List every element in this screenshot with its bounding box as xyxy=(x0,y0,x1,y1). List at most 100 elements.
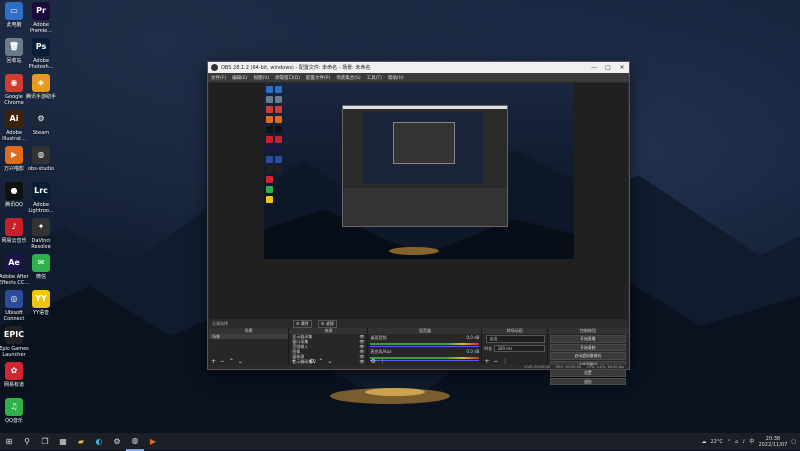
desktop-icon-label: 网易有道 xyxy=(3,382,24,388)
start-recording-button[interactable]: 开始录制 xyxy=(549,343,626,351)
desktop-icon-label: 微信 xyxy=(35,274,46,280)
desktop-icon[interactable]: ✿ 网易有道 xyxy=(0,362,32,388)
clock-date: 2022/11/07 xyxy=(758,441,788,448)
volume-slider[interactable] xyxy=(370,360,480,361)
menu-scene-collection[interactable]: 场景集合(S) xyxy=(333,75,363,81)
preview-mini-icon xyxy=(266,196,273,203)
no-source-label: 无源选择 xyxy=(212,320,228,326)
filters-label: 滤镜 xyxy=(325,320,334,326)
title-bar[interactable]: OBS 28.1.2 (64-bit, windows) - 配置文件: 未命名… xyxy=(208,62,629,73)
desktop-icon[interactable]: Ps Adobe Photosh... xyxy=(23,38,59,70)
scenes-toolbar[interactable]: + − ⌃ ⌄ xyxy=(211,358,244,365)
properties-button[interactable]: ⚙ 属性 xyxy=(293,319,312,328)
obs-logo-icon xyxy=(211,64,218,71)
properties-label: 属性 xyxy=(300,320,309,326)
mixer-toolbar[interactable]: ⚙ ⋮ xyxy=(370,358,386,365)
status-bar: LIVE: 00:00:00 REC: 00:00:00 CPU: 4.2%, … xyxy=(209,365,628,369)
menu-profile[interactable]: 配置文件(P) xyxy=(303,75,333,81)
desktop-app-icon: ◉ xyxy=(5,74,23,92)
preview-area[interactable] xyxy=(209,83,628,319)
start-streaming-button[interactable]: 开始直播 xyxy=(549,335,626,343)
weather-icon[interactable]: ☁ xyxy=(701,439,706,445)
desktop-icon-label: Steam xyxy=(32,130,50,136)
desktop-icon[interactable]: Pr Adobe Premie... xyxy=(23,2,59,34)
tray-overflow-icon[interactable]: ⌃ xyxy=(727,439,731,445)
desktop-app-icon: ● xyxy=(5,182,23,200)
preview-mini-icon xyxy=(266,116,273,123)
system-tray: ☁ 22°C ⌃ ⌂ ♪ 中 20:38 2022/11/07 ▢ xyxy=(701,433,796,450)
menu-edit[interactable]: 编辑(E) xyxy=(229,75,250,81)
preview-mini-icon xyxy=(266,136,273,143)
preview-desktop-icons-2 xyxy=(275,86,285,176)
desktop-icon[interactable]: ✉ 微信 xyxy=(23,254,59,280)
desktop-app-icon: ▭ xyxy=(5,2,23,20)
start-virtual-camera-button[interactable]: 启动虚拟摄像机 xyxy=(549,352,626,360)
filters-button[interactable]: ⚙ 滤镜 xyxy=(317,319,337,328)
desktop-icon[interactable]: ⚙ Steam xyxy=(23,110,59,136)
obs-window[interactable]: OBS 28.1.2 (64-bit, windows) - 配置文件: 未命名… xyxy=(207,61,630,385)
desktop-icon-label: Adobe Photosh... xyxy=(28,58,54,70)
preview-canvas[interactable] xyxy=(264,83,574,259)
desktop-icon[interactable]: ✦ DaVinci Resolve xyxy=(23,218,59,250)
duration-input[interactable]: 300 ms xyxy=(494,345,545,352)
start-button[interactable]: ⊞ xyxy=(0,433,18,450)
file-explorer-icon[interactable]: ▰ xyxy=(72,433,90,450)
desktop-app-icon: ♪ xyxy=(5,218,23,236)
desktop-app-icon: ◎ xyxy=(5,290,23,308)
desktop-app-icon: ◈ xyxy=(32,74,50,92)
transition-type-select[interactable]: 淡出 xyxy=(486,335,545,343)
ime-indicator[interactable]: 中 xyxy=(749,438,754,445)
clock[interactable]: 20:38 2022/11/07 xyxy=(758,436,787,448)
volume-slider[interactable] xyxy=(370,346,480,347)
menu-file[interactable]: 文件(F) xyxy=(208,75,229,81)
mixer-channel: 麦克风/Aux 0.0 dB xyxy=(368,348,481,356)
widgets-icon[interactable]: ▦ xyxy=(54,433,72,450)
volume-meter xyxy=(370,357,480,359)
volume-meter xyxy=(370,343,480,345)
notification-icon[interactable]: ▢ xyxy=(791,439,796,445)
channel-db: 0.0 dB xyxy=(466,349,480,354)
desktop-icon[interactable]: Lrc Adobe Lightroo... xyxy=(23,182,59,214)
preview-mini-icon xyxy=(266,126,273,133)
desktop-app-icon: ▶ xyxy=(5,146,23,164)
close-button[interactable]: ✕ xyxy=(615,64,629,71)
menu-view[interactable]: 视图(V) xyxy=(250,75,272,81)
desktop-icon[interactable]: EPIC Epic Games Launcher xyxy=(0,326,32,358)
preview-mini-icon xyxy=(266,176,273,183)
menu-help[interactable]: 帮助(H) xyxy=(385,75,407,81)
menu-docks[interactable]: 停靠窗口(D) xyxy=(272,75,303,81)
search-icon[interactable]: ⚲ xyxy=(18,433,36,450)
settings-button[interactable]: 设置 xyxy=(549,369,626,377)
edge-icon[interactable]: ◐ xyxy=(90,433,108,450)
app-taskbar-icon[interactable]: ▶ xyxy=(144,433,162,450)
menu-tools[interactable]: 工具(T) xyxy=(364,75,385,81)
steam-taskbar-icon[interactable]: ⚙ xyxy=(108,433,126,450)
maximize-button[interactable]: □ xyxy=(601,64,615,71)
task-view-icon[interactable]: ❐ xyxy=(36,433,54,450)
preview-mini-icon xyxy=(275,96,282,103)
desktop-app-icon: ⚙ xyxy=(32,110,50,128)
source-toolbar: 无源选择 ⚙ 属性 ⚙ 滤镜 xyxy=(209,319,628,328)
desktop-icon[interactable]: ◍ obs-studio xyxy=(23,146,59,172)
rec-status: REC: 00:00:00 xyxy=(555,365,582,369)
weather-temp[interactable]: 22°C xyxy=(710,439,722,445)
minimize-button[interactable]: — xyxy=(587,64,601,71)
scene-item[interactable]: 场景 xyxy=(209,334,289,339)
desktop-icon-label: Epic Games Launcher xyxy=(0,346,29,358)
desktop-icon[interactable]: ♫ QQ音乐 xyxy=(0,398,32,424)
volume-icon[interactable]: ♪ xyxy=(742,439,745,445)
obs-taskbar-icon[interactable]: ◍ xyxy=(126,432,144,451)
desktop-icon[interactable]: YY YY语音 xyxy=(23,290,59,316)
sources-toolbar[interactable]: + − ⚙ ⌃ ⌄ xyxy=(291,358,333,365)
visibility-icon[interactable]: 👁 xyxy=(359,359,364,364)
desktop-app-icon: ♫ xyxy=(5,398,23,416)
nested-obs-preview xyxy=(342,105,508,227)
desktop-app-icon: Lrc xyxy=(32,182,50,200)
desktop-icon[interactable]: ◈ 腾讯手游助手 xyxy=(23,74,59,100)
sources-dock: 来源 显示器采集 👁 窗口采集 👁 音频输入 👁 图像 👁 媒体源 👁 显示器采集 2 👁 + − ⚙… xyxy=(289,328,369,366)
network-icon[interactable]: ⌂ xyxy=(735,439,738,445)
transitions-toolbar[interactable]: + − ⋮ xyxy=(484,358,509,365)
preview-mini-icon xyxy=(266,96,273,103)
channel-db: 0.0 dB xyxy=(466,335,480,340)
exit-button[interactable]: 退出 xyxy=(549,377,626,385)
